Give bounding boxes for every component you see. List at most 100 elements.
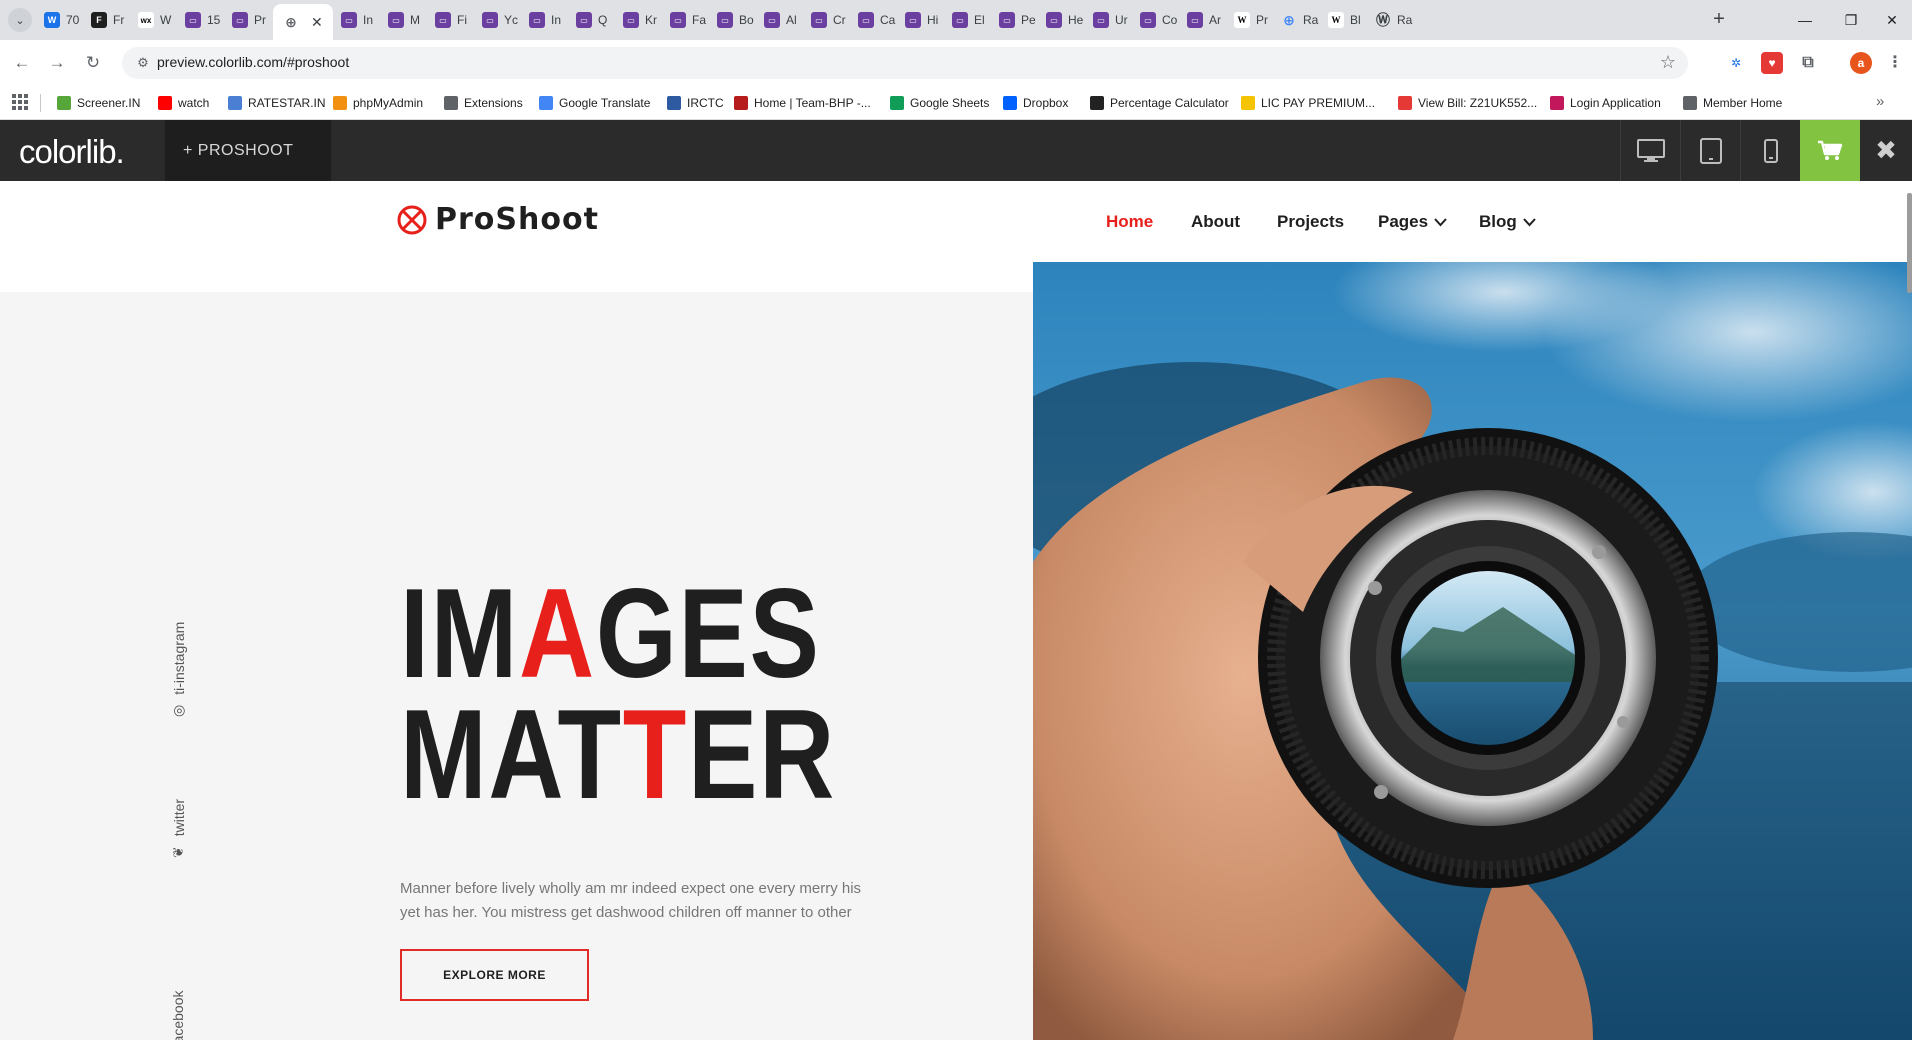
browser-tab[interactable]: W 70 <box>38 9 82 31</box>
nav-home[interactable]: Home <box>1106 211 1153 233</box>
profile-avatar[interactable]: a <box>1850 52 1872 74</box>
browser-tab[interactable]: Ⓦ Ra <box>1369 9 1413 31</box>
browser-tab[interactable]: ▭ 15 <box>179 9 223 31</box>
bookmark-item[interactable]: Home | Team-BHP -... <box>734 94 871 112</box>
bookmark-label: Google Sheets <box>910 96 990 110</box>
browser-tab[interactable]: ▭ Ur <box>1087 9 1131 31</box>
bookmark-item[interactable]: Member Home <box>1683 94 1782 112</box>
browser-tab[interactable]: ⊕ ✕ <box>273 4 333 40</box>
irctc-icon <box>667 96 681 110</box>
bookmark-item[interactable]: phpMyAdmin <box>333 94 423 112</box>
bookmark-item[interactable]: Screener.IN <box>57 94 140 112</box>
browser-tab[interactable]: ▭ M <box>382 9 426 31</box>
apps-grid-icon[interactable] <box>12 94 28 110</box>
browser-tab[interactable]: ▭ El <box>946 9 990 31</box>
browser-tab[interactable]: ▭ He <box>1040 9 1084 31</box>
social-link-twitter[interactable]: ❦ twitter <box>170 799 187 858</box>
bookmark-item[interactable]: RATESTAR.IN <box>228 94 326 112</box>
colorlib-icon: ▭ <box>435 12 451 28</box>
phpmyadmin-icon <box>333 96 347 110</box>
brand-logo[interactable]: ProShoot <box>397 202 599 237</box>
browser-tab[interactable]: ▭ Co <box>1134 9 1178 31</box>
bookmark-star-icon[interactable]: ☆ <box>1660 52 1676 73</box>
browser-tab[interactable]: ⊕ Ra <box>1275 9 1319 31</box>
colorlib-icon: ▭ <box>999 12 1015 28</box>
browser-tab[interactable]: ▭ Al <box>758 9 802 31</box>
bookmark-item[interactable]: Extensions <box>444 94 523 112</box>
nav-blog[interactable]: Blog <box>1479 211 1536 233</box>
tab-search-button[interactable]: ⌄ <box>8 8 32 32</box>
browser-tab[interactable]: ▭ Fi <box>429 9 473 31</box>
close-tab-icon[interactable]: ✕ <box>311 14 323 31</box>
shield-extension-icon[interactable]: ♥ <box>1761 52 1783 74</box>
buy-theme-button[interactable] <box>1800 120 1860 181</box>
browser-tab[interactable]: ▭ Hi <box>899 9 943 31</box>
tab-title: Cr <box>833 13 846 27</box>
back-button[interactable]: ← <box>9 50 35 76</box>
colorlib-preview-bar: colorlib. + PROSHOOT ✖ <box>0 120 1912 181</box>
browser-tab[interactable]: W Bl <box>1322 9 1366 31</box>
tab-title: Yc <box>504 13 519 27</box>
social-label: twitter <box>170 798 187 837</box>
sheets-icon <box>890 96 904 110</box>
nav-pages[interactable]: Pages <box>1378 211 1447 233</box>
address-bar[interactable]: ⚙ preview.colorlib.com/#proshoot ☆ <box>122 47 1688 79</box>
browser-menu-icon[interactable]: ⋮ <box>1884 52 1906 74</box>
close-preview-button[interactable]: ✖ <box>1860 120 1912 181</box>
tab-title: Bl <box>1350 13 1361 27</box>
colorlib-icon: ▭ <box>1093 12 1109 28</box>
browser-tab[interactable]: ▭ Yc <box>476 9 520 31</box>
bookmark-item[interactable]: LIC PAY PREMIUM... <box>1241 94 1375 112</box>
bookmark-item[interactable]: watch <box>158 94 209 112</box>
browser-tab[interactable]: ▭ Ar <box>1181 9 1225 31</box>
desktop-view-button[interactable] <box>1620 120 1680 181</box>
social-link-instagram[interactable]: ◎ ti-instagram <box>170 622 187 717</box>
bookmark-item[interactable]: Google Translate <box>539 94 650 112</box>
url-text[interactable]: preview.colorlib.com/#proshoot <box>157 54 349 70</box>
browser-tab[interactable]: ▭ Pe <box>993 9 1037 31</box>
bookmark-item[interactable]: IRCTC <box>667 94 724 112</box>
close-window-button[interactable]: ✕ <box>1872 6 1912 34</box>
browser-tab[interactable]: ▭ In <box>335 9 379 31</box>
tab-title: Kr <box>645 13 657 27</box>
browser-tab[interactable]: F Fr <box>85 9 129 31</box>
browser-tab[interactable]: ▭ In <box>523 9 567 31</box>
browser-tab[interactable]: ▭ Kr <box>617 9 661 31</box>
page-scrollbar[interactable] <box>1907 193 1912 293</box>
more-bookmarks-icon[interactable]: » <box>1876 93 1884 110</box>
browser-tab[interactable]: ▭ Bo <box>711 9 755 31</box>
nav-label: About <box>1191 212 1241 231</box>
forward-arrow-icon: → <box>48 53 66 72</box>
nav-projects[interactable]: Projects <box>1277 211 1344 233</box>
bookmark-item[interactable]: Dropbox <box>1003 94 1068 112</box>
minimize-button[interactable]: — <box>1785 6 1825 34</box>
new-tab-button[interactable]: + <box>1706 7 1732 33</box>
browser-tab[interactable]: ▭ Cr <box>805 9 849 31</box>
browser-tab[interactable]: wx W <box>132 9 176 31</box>
theme-switcher[interactable]: + PROSHOOT <box>165 120 331 181</box>
site-info-icon[interactable]: ⚙ <box>134 54 152 72</box>
nav-about[interactable]: About <box>1191 211 1240 233</box>
explore-more-button[interactable]: EXPLORE MORE <box>400 949 589 1001</box>
tablet-view-button[interactable] <box>1680 120 1740 181</box>
bookmark-item[interactable]: View Bill: Z21UK552... <box>1398 94 1537 112</box>
browser-tab[interactable]: ▭ Pr <box>226 9 270 31</box>
colorlib-icon: ▭ <box>764 12 780 28</box>
bookmark-item[interactable]: Login Application <box>1550 94 1661 112</box>
browser-tab[interactable]: ▭ Q <box>570 9 614 31</box>
browser-tab[interactable]: ▭ Fa <box>664 9 708 31</box>
colorlib-logo[interactable]: colorlib. <box>19 133 125 171</box>
extensions-puzzle-icon[interactable]: ⧉ <box>1797 52 1819 74</box>
reload-button[interactable]: ↻ <box>80 50 106 76</box>
browser-tab[interactable]: ▭ Ca <box>852 9 896 31</box>
bill-icon <box>1398 96 1412 110</box>
bookmark-item[interactable]: Google Sheets <box>890 94 989 112</box>
social-link-facebook[interactable]: f facebook <box>170 991 186 1040</box>
tab-title: 15 <box>207 13 221 27</box>
bookmark-item[interactable]: Percentage Calculator <box>1090 94 1229 112</box>
extension-icon[interactable]: ✲ <box>1725 52 1747 74</box>
browser-tab[interactable]: W Pr <box>1228 9 1272 31</box>
forward-button[interactable]: → <box>44 50 70 76</box>
mobile-view-button[interactable] <box>1740 120 1800 181</box>
restore-button[interactable]: ❐ <box>1831 6 1871 34</box>
